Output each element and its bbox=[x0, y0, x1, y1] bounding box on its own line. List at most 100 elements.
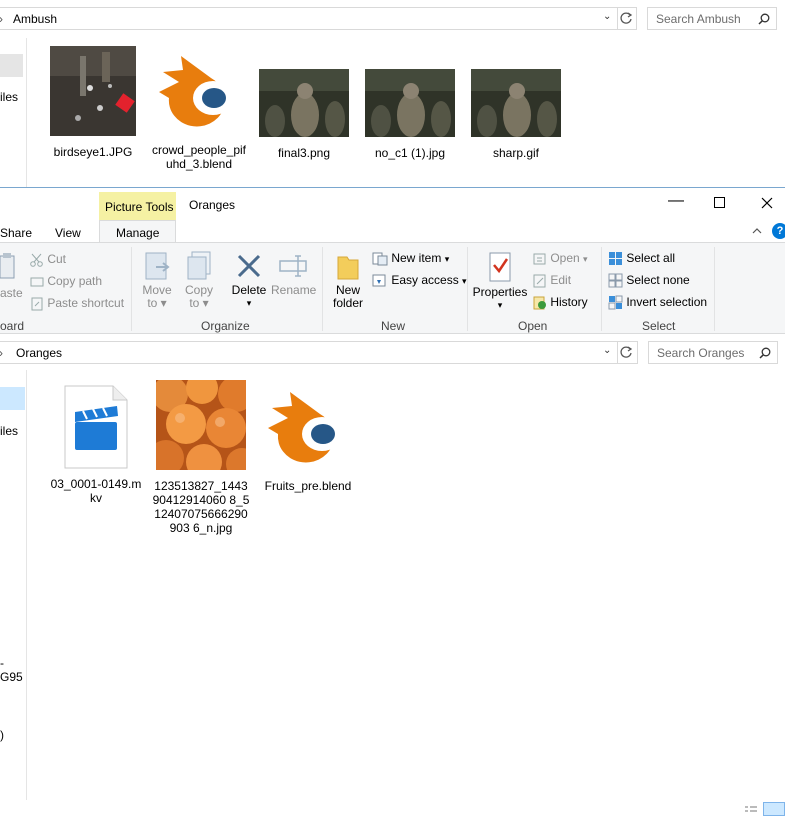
copy-path-icon bbox=[30, 277, 44, 287]
refresh-button[interactable] bbox=[617, 7, 637, 30]
ribbon: aste Cut Copy path Paste shortcut oard M… bbox=[0, 242, 785, 334]
collapse-ribbon-icon[interactable] bbox=[751, 226, 763, 236]
select-all-icon bbox=[609, 252, 622, 266]
file-item[interactable]: sharp.gif bbox=[468, 69, 564, 160]
details-view-icon[interactable] bbox=[744, 805, 758, 815]
tab-manage[interactable]: Manage bbox=[99, 220, 176, 243]
copy-to-button[interactable]: Copy to ▾ bbox=[182, 251, 216, 310]
paste-shortcut-icon bbox=[31, 297, 43, 311]
refresh-button[interactable] bbox=[617, 341, 638, 364]
group-label-new: New bbox=[381, 319, 406, 333]
file-name: 03_0001-0149.mkv bbox=[50, 477, 142, 505]
nav-item-label[interactable]: iles bbox=[0, 90, 18, 104]
address-text: Oranges bbox=[16, 346, 63, 360]
move-to-button[interactable]: Move to ▾ bbox=[140, 251, 174, 310]
status-bar bbox=[0, 800, 785, 816]
group-separator bbox=[131, 247, 132, 331]
file-name: 123513827_144390412914060 8_512407075666… bbox=[152, 479, 250, 535]
search-input[interactable]: Search Oranges bbox=[648, 341, 778, 364]
address-dropdown-icon[interactable]: ⌄ bbox=[603, 11, 611, 22]
group-separator bbox=[322, 247, 323, 331]
address-bar[interactable]: › Ambush ⌄ bbox=[0, 7, 618, 30]
file-item[interactable]: birdseye1.JPG bbox=[48, 46, 138, 159]
maximize-button[interactable] bbox=[714, 197, 725, 208]
rename-button[interactable]: Rename bbox=[271, 251, 316, 297]
file-item[interactable]: Fruits_pre.blend bbox=[258, 388, 358, 493]
context-tab-label: Picture Tools bbox=[105, 200, 174, 214]
copy-path-button[interactable]: Copy path bbox=[30, 274, 102, 288]
address-bar[interactable]: › Oranges ⌄ bbox=[0, 341, 618, 364]
group-label-select: Select bbox=[642, 319, 676, 333]
file-name: Fruits_pre.blend bbox=[264, 479, 352, 493]
new-item-icon bbox=[372, 252, 388, 266]
tab-share[interactable]: Share bbox=[0, 226, 32, 240]
oranges-explorer-window: Picture Tools Oranges — Share View Manag… bbox=[0, 187, 785, 816]
nav-selected-item[interactable] bbox=[0, 54, 23, 77]
paste-shortcut-button[interactable]: Paste shortcut bbox=[30, 296, 124, 311]
address-dropdown-icon[interactable]: ⌄ bbox=[603, 345, 611, 356]
large-icons-view-button[interactable] bbox=[763, 802, 785, 816]
video-file-icon bbox=[64, 385, 128, 469]
tab-view[interactable]: View bbox=[55, 226, 81, 240]
blender-icon bbox=[268, 392, 342, 463]
nav-item-label[interactable]: -G95 bbox=[0, 656, 26, 684]
image-thumbnail bbox=[50, 46, 136, 136]
group-label-open: Open bbox=[518, 319, 548, 333]
invert-selection-icon bbox=[608, 295, 623, 310]
select-none-button[interactable]: Select none bbox=[608, 273, 690, 288]
select-all-button[interactable]: Select all bbox=[608, 251, 675, 266]
rename-icon bbox=[279, 255, 307, 277]
window-title: Oranges bbox=[189, 198, 236, 212]
history-icon bbox=[533, 296, 546, 310]
history-button[interactable]: History bbox=[533, 295, 588, 310]
group-separator bbox=[601, 247, 602, 331]
navigation-pane[interactable]: iles -G95 ) bbox=[0, 370, 27, 800]
properties-button[interactable]: Properties ▾ bbox=[472, 251, 528, 312]
delete-button[interactable]: Delete ▾ bbox=[230, 251, 268, 310]
paste-button[interactable]: aste bbox=[0, 287, 23, 300]
minimize-button[interactable]: — bbox=[668, 192, 684, 210]
edit-button[interactable]: Edit bbox=[533, 273, 571, 288]
file-name: final3.png bbox=[277, 146, 331, 160]
edit-icon bbox=[533, 274, 546, 288]
close-button[interactable] bbox=[761, 197, 773, 209]
delete-x-icon bbox=[237, 254, 261, 278]
refresh-icon bbox=[620, 12, 633, 24]
new-item-button[interactable]: New item ▾ bbox=[372, 251, 449, 266]
title-bar[interactable]: Picture Tools Oranges — bbox=[0, 188, 785, 220]
file-name: sharp.gif bbox=[492, 146, 540, 160]
nav-item-label[interactable]: iles bbox=[0, 424, 18, 438]
image-thumbnail bbox=[471, 69, 561, 137]
file-item[interactable]: crowd_people_pifuhd_3.blend bbox=[150, 52, 248, 171]
invert-selection-button[interactable]: Invert selection bbox=[608, 295, 707, 310]
breadcrumb-chevron-icon: › bbox=[0, 346, 3, 360]
scissors-icon bbox=[30, 253, 43, 267]
search-icon bbox=[758, 13, 770, 25]
group-label-clipboard: oard bbox=[0, 319, 25, 333]
help-icon[interactable]: ? bbox=[772, 223, 785, 239]
file-item[interactable]: 123513827_144390412914060 8_512407075666… bbox=[148, 372, 258, 535]
easy-access-button[interactable]: Easy access ▾ bbox=[372, 273, 467, 288]
file-name: no_c1 (1).jpg bbox=[374, 146, 446, 160]
image-thumbnail bbox=[259, 69, 349, 137]
navigation-pane[interactable]: iles bbox=[0, 38, 27, 188]
select-none-icon bbox=[608, 273, 623, 288]
new-folder-button[interactable]: New folder bbox=[330, 253, 366, 310]
group-label-organize: Organize bbox=[201, 319, 250, 333]
open-button[interactable]: Open ▾ bbox=[533, 251, 588, 266]
address-text: Ambush bbox=[13, 12, 58, 26]
group-separator bbox=[714, 247, 715, 331]
nav-item-label[interactable]: ) bbox=[0, 728, 4, 742]
oranges-image-thumbnail bbox=[148, 372, 258, 480]
search-input[interactable]: Search Ambush bbox=[647, 7, 777, 30]
paste-icon[interactable] bbox=[0, 253, 16, 279]
file-item[interactable]: 03_0001-0149.mkv bbox=[48, 384, 144, 505]
file-item[interactable]: final3.png bbox=[256, 69, 352, 160]
file-item[interactable]: no_c1 (1).jpg bbox=[362, 69, 458, 160]
search-icon bbox=[759, 347, 771, 359]
move-to-icon bbox=[145, 252, 170, 280]
cut-button[interactable]: Cut bbox=[30, 252, 66, 267]
open-icon bbox=[533, 253, 546, 265]
properties-icon bbox=[489, 252, 511, 282]
nav-selected-item[interactable] bbox=[0, 387, 25, 410]
